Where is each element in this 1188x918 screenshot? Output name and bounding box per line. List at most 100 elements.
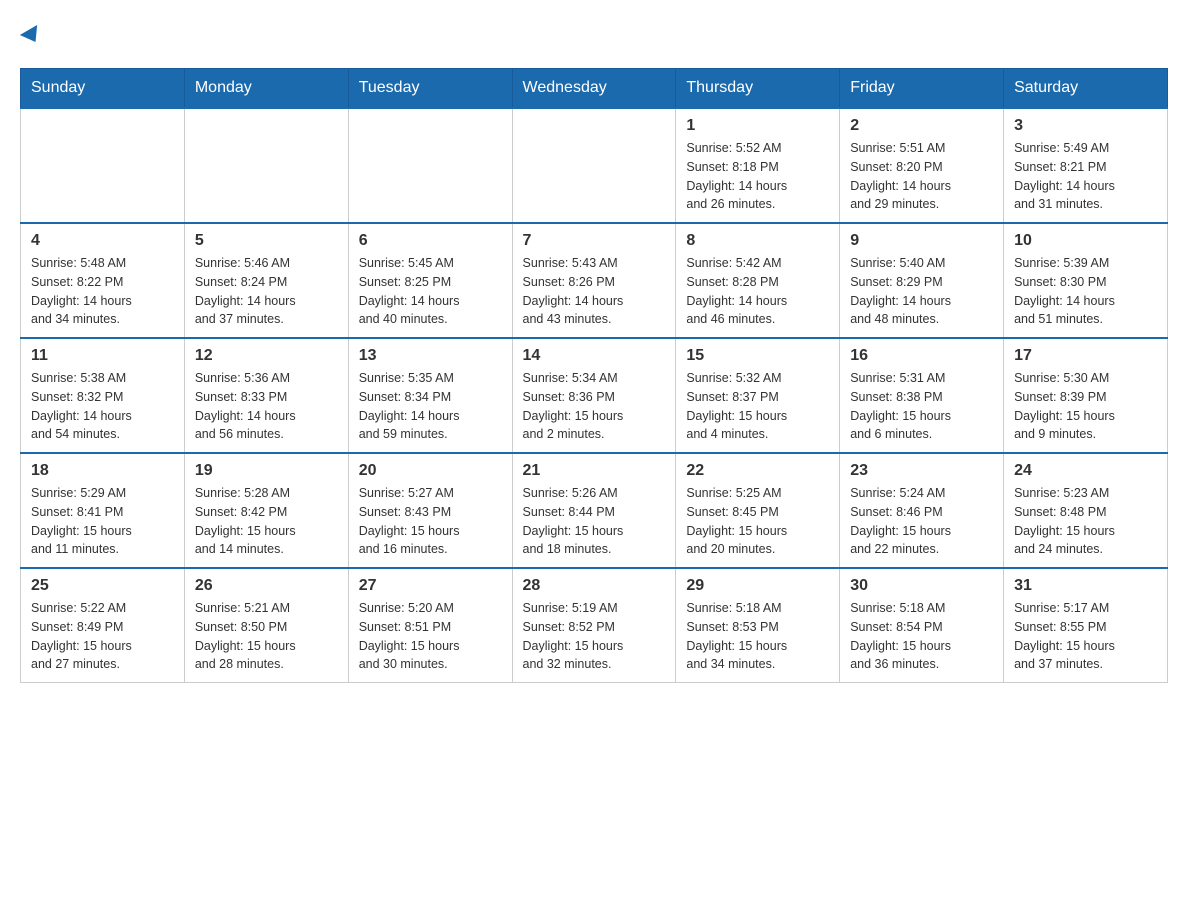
day-info: Sunrise: 5:51 AM Sunset: 8:20 PM Dayligh… — [850, 139, 993, 214]
calendar-cell: 15 Sunrise: 5:32 AM Sunset: 8:37 PM Dayli… — [676, 338, 840, 453]
day-info: Sunrise: 5:17 AM Sunset: 8:55 PM Dayligh… — [1014, 599, 1157, 674]
day-number: 1 — [686, 117, 829, 135]
day-info: Sunrise: 5:43 AM Sunset: 8:26 PM Dayligh… — [523, 254, 666, 329]
calendar-cell: 3 Sunrise: 5:49 AM Sunset: 8:21 PM Daylig… — [1004, 108, 1168, 223]
calendar-cell: 2 Sunrise: 5:51 AM Sunset: 8:20 PM Daylig… — [840, 108, 1004, 223]
day-number: 8 — [686, 232, 829, 250]
day-info: Sunrise: 5:39 AM Sunset: 8:30 PM Dayligh… — [1014, 254, 1157, 329]
calendar-cell: 24 Sunrise: 5:23 AM Sunset: 8:48 PM Dayli… — [1004, 453, 1168, 568]
day-number: 11 — [31, 347, 174, 365]
day-info: Sunrise: 5:20 AM Sunset: 8:51 PM Dayligh… — [359, 599, 502, 674]
day-info: Sunrise: 5:52 AM Sunset: 8:18 PM Dayligh… — [686, 139, 829, 214]
day-info: Sunrise: 5:28 AM Sunset: 8:42 PM Dayligh… — [195, 484, 338, 559]
logo-arrow-icon — [20, 25, 44, 47]
day-info: Sunrise: 5:30 AM Sunset: 8:39 PM Dayligh… — [1014, 369, 1157, 444]
day-info: Sunrise: 5:45 AM Sunset: 8:25 PM Dayligh… — [359, 254, 502, 329]
day-number: 6 — [359, 232, 502, 250]
day-number: 24 — [1014, 462, 1157, 480]
weekday-header-tuesday: Tuesday — [348, 69, 512, 109]
day-number: 17 — [1014, 347, 1157, 365]
calendar-cell: 23 Sunrise: 5:24 AM Sunset: 8:46 PM Dayli… — [840, 453, 1004, 568]
day-info: Sunrise: 5:42 AM Sunset: 8:28 PM Dayligh… — [686, 254, 829, 329]
weekday-header-wednesday: Wednesday — [512, 69, 676, 109]
week-row-4: 18 Sunrise: 5:29 AM Sunset: 8:41 PM Dayli… — [21, 453, 1168, 568]
day-info: Sunrise: 5:29 AM Sunset: 8:41 PM Dayligh… — [31, 484, 174, 559]
calendar-cell: 14Sunrise: 5:34 AM Sunset: 8:36 PM Dayli… — [512, 338, 676, 453]
calendar-cell: 30 Sunrise: 5:18 AM Sunset: 8:54 PM Dayli… — [840, 568, 1004, 683]
day-number: 10 — [1014, 232, 1157, 250]
day-number: 29 — [686, 577, 829, 595]
calendar-cell: 13 Sunrise: 5:35 AM Sunset: 8:34 PM Dayli… — [348, 338, 512, 453]
day-info: Sunrise: 5:49 AM Sunset: 8:21 PM Dayligh… — [1014, 139, 1157, 214]
calendar-cell: 17 Sunrise: 5:30 AM Sunset: 8:39 PM Dayli… — [1004, 338, 1168, 453]
weekday-header-friday: Friday — [840, 69, 1004, 109]
calendar-cell: 31 Sunrise: 5:17 AM Sunset: 8:55 PM Dayli… — [1004, 568, 1168, 683]
logo — [20, 20, 44, 52]
day-info: Sunrise: 5:24 AM Sunset: 8:46 PM Dayligh… — [850, 484, 993, 559]
day-info: Sunrise: 5:32 AM Sunset: 8:37 PM Dayligh… — [686, 369, 829, 444]
day-info: Sunrise: 5:40 AM Sunset: 8:29 PM Dayligh… — [850, 254, 993, 329]
day-number: 23 — [850, 462, 993, 480]
calendar-cell: 16 Sunrise: 5:31 AM Sunset: 8:38 PM Dayli… — [840, 338, 1004, 453]
day-number: 5 — [195, 232, 338, 250]
day-number: 16 — [850, 347, 993, 365]
day-number: 13 — [359, 347, 502, 365]
calendar-cell: 7Sunrise: 5:43 AM Sunset: 8:26 PM Daylig… — [512, 223, 676, 338]
day-number: 4 — [31, 232, 174, 250]
calendar-cell: 27 Sunrise: 5:20 AM Sunset: 8:51 PM Dayli… — [348, 568, 512, 683]
day-number: 28 — [523, 577, 666, 595]
calendar-cell: 9 Sunrise: 5:40 AM Sunset: 8:29 PM Daylig… — [840, 223, 1004, 338]
calendar-cell: 21 Sunrise: 5:26 AM Sunset: 8:44 PM Dayli… — [512, 453, 676, 568]
day-info: Sunrise: 5:48 AM Sunset: 8:22 PM Dayligh… — [31, 254, 174, 329]
day-info: Sunrise: 5:36 AM Sunset: 8:33 PM Dayligh… — [195, 369, 338, 444]
calendar-cell: 12 Sunrise: 5:36 AM Sunset: 8:33 PM Dayli… — [184, 338, 348, 453]
day-number: 3 — [1014, 117, 1157, 135]
calendar-cell — [21, 108, 185, 223]
calendar-cell: 6 Sunrise: 5:45 AM Sunset: 8:25 PM Daylig… — [348, 223, 512, 338]
day-number: 9 — [850, 232, 993, 250]
calendar-cell: 18 Sunrise: 5:29 AM Sunset: 8:41 PM Dayli… — [21, 453, 185, 568]
calendar-cell: 8 Sunrise: 5:42 AM Sunset: 8:28 PM Daylig… — [676, 223, 840, 338]
calendar-cell: 26 Sunrise: 5:21 AM Sunset: 8:50 PM Dayli… — [184, 568, 348, 683]
day-info: Sunrise: 5:31 AM Sunset: 8:38 PM Dayligh… — [850, 369, 993, 444]
day-number: 27 — [359, 577, 502, 595]
week-row-1: 1 Sunrise: 5:52 AM Sunset: 8:18 PM Daylig… — [21, 108, 1168, 223]
page-header — [20, 20, 1168, 52]
calendar-cell — [512, 108, 676, 223]
day-info: Sunrise: 5:18 AM Sunset: 8:54 PM Dayligh… — [850, 599, 993, 674]
day-info: Sunrise: 5:27 AM Sunset: 8:43 PM Dayligh… — [359, 484, 502, 559]
day-info: Sunrise: 5:18 AM Sunset: 8:53 PM Dayligh… — [686, 599, 829, 674]
day-number: 21 — [523, 462, 666, 480]
day-number: 26 — [195, 577, 338, 595]
calendar-cell — [348, 108, 512, 223]
day-number: 12 — [195, 347, 338, 365]
day-number: 2 — [850, 117, 993, 135]
day-number: 31 — [1014, 577, 1157, 595]
calendar-table: SundayMondayTuesdayWednesdayThursdayFrid… — [20, 68, 1168, 683]
day-info: Sunrise: 5:21 AM Sunset: 8:50 PM Dayligh… — [195, 599, 338, 674]
calendar-cell — [184, 108, 348, 223]
weekday-header-sunday: Sunday — [21, 69, 185, 109]
calendar-cell: 25 Sunrise: 5:22 AM Sunset: 8:49 PM Dayli… — [21, 568, 185, 683]
calendar-cell: 4 Sunrise: 5:48 AM Sunset: 8:22 PM Daylig… — [21, 223, 185, 338]
weekday-header-row: SundayMondayTuesdayWednesdayThursdayFrid… — [21, 69, 1168, 109]
calendar-cell: 19 Sunrise: 5:28 AM Sunset: 8:42 PM Dayli… — [184, 453, 348, 568]
week-row-3: 11Sunrise: 5:38 AM Sunset: 8:32 PM Dayli… — [21, 338, 1168, 453]
day-number: 15 — [686, 347, 829, 365]
day-number: 30 — [850, 577, 993, 595]
calendar-cell: 29 Sunrise: 5:18 AM Sunset: 8:53 PM Dayli… — [676, 568, 840, 683]
calendar-cell: 20Sunrise: 5:27 AM Sunset: 8:43 PM Dayli… — [348, 453, 512, 568]
day-number: 25 — [31, 577, 174, 595]
weekday-header-saturday: Saturday — [1004, 69, 1168, 109]
day-number: 19 — [195, 462, 338, 480]
week-row-5: 25 Sunrise: 5:22 AM Sunset: 8:49 PM Dayli… — [21, 568, 1168, 683]
calendar-cell: 22Sunrise: 5:25 AM Sunset: 8:45 PM Dayli… — [676, 453, 840, 568]
day-info: Sunrise: 5:19 AM Sunset: 8:52 PM Dayligh… — [523, 599, 666, 674]
calendar-cell: 10 Sunrise: 5:39 AM Sunset: 8:30 PM Dayli… — [1004, 223, 1168, 338]
day-info: Sunrise: 5:26 AM Sunset: 8:44 PM Dayligh… — [523, 484, 666, 559]
day-number: 18 — [31, 462, 174, 480]
day-info: Sunrise: 5:22 AM Sunset: 8:49 PM Dayligh… — [31, 599, 174, 674]
day-info: Sunrise: 5:35 AM Sunset: 8:34 PM Dayligh… — [359, 369, 502, 444]
day-number: 22 — [686, 462, 829, 480]
day-info: Sunrise: 5:23 AM Sunset: 8:48 PM Dayligh… — [1014, 484, 1157, 559]
